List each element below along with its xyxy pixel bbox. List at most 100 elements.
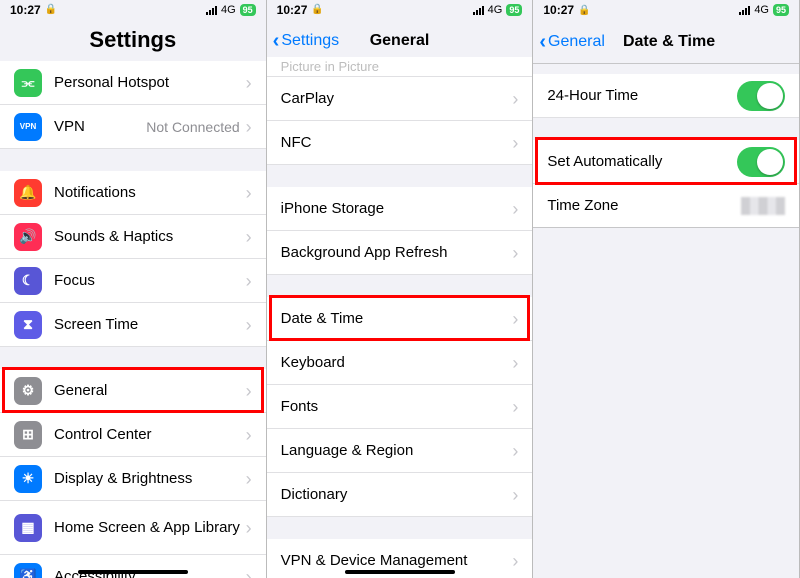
status-bar: 10:27 🔒 4G 95 [0, 0, 266, 19]
row-fonts[interactable]: Fonts › [267, 385, 533, 429]
row-label: Sounds & Haptics [54, 228, 246, 246]
status-left: 10:27 🔒 [543, 3, 590, 17]
row-language-region[interactable]: Language & Region › [267, 429, 533, 473]
row-label: Time Zone [547, 197, 741, 215]
row-vpn[interactable]: VPN VPN Not Connected › [0, 105, 266, 149]
settings-list[interactable]: ⫘ Personal Hotspot › VPN VPN Not Connect… [0, 61, 266, 578]
row-label: Dictionary [281, 486, 513, 504]
time-zone-value-blurred [741, 197, 785, 215]
row-label: Language & Region [281, 442, 513, 460]
row-general[interactable]: ⚙ General › [0, 369, 266, 413]
row-focus[interactable]: ☾ Focus › [0, 259, 266, 303]
back-label: General [548, 33, 605, 51]
chevron-right-icon: › [512, 200, 518, 218]
chevron-right-icon: › [246, 519, 252, 537]
row-nfc[interactable]: NFC › [267, 121, 533, 165]
settings-screen: 10:27 🔒 4G 95 Settings ⫘ Personal Hotspo… [0, 0, 267, 578]
row-iphone-storage[interactable]: iPhone Storage › [267, 187, 533, 231]
chevron-right-icon: › [246, 568, 252, 578]
accessibility-icon: ♿ [14, 563, 42, 578]
group-separator [0, 149, 266, 171]
row-label: CarPlay [281, 90, 513, 108]
row-personal-hotspot[interactable]: ⫘ Personal Hotspot › [0, 61, 266, 105]
rotation-lock-icon: 🔒 [311, 4, 323, 15]
hourglass-icon: ⧗ [14, 311, 42, 339]
page-title: General [370, 32, 430, 50]
row-label: Home Screen & App Library [54, 519, 246, 537]
row-label: Background App Refresh [281, 244, 513, 262]
grid-icon: ▦ [14, 514, 42, 542]
row-accessibility[interactable]: ♿ Accessibility › [0, 555, 266, 578]
status-time: 10:27 [543, 3, 574, 17]
group-separator [533, 64, 799, 74]
row-background-app-refresh[interactable]: Background App Refresh › [267, 231, 533, 275]
chevron-left-icon: ‹ [539, 32, 546, 52]
status-right: 4G 95 [473, 4, 523, 16]
chevron-right-icon: › [512, 442, 518, 460]
row-carplay[interactable]: CarPlay › [267, 77, 533, 121]
chevron-right-icon: › [512, 398, 518, 416]
chevron-right-icon: › [246, 74, 252, 92]
row-screen-time[interactable]: ⧗ Screen Time › [0, 303, 266, 347]
row-label: VPN & Device Management [281, 552, 513, 570]
group-separator [0, 347, 266, 369]
row-time-zone[interactable]: Time Zone [533, 184, 799, 228]
chevron-right-icon: › [246, 118, 252, 136]
toggle-set-automatically[interactable] [737, 147, 785, 177]
bell-icon: 🔔 [14, 179, 42, 207]
row-picture-in-picture[interactable]: Picture in Picture [267, 57, 533, 77]
status-time: 10:27 [10, 3, 41, 17]
network-label: 4G [221, 4, 236, 16]
chevron-right-icon: › [246, 382, 252, 400]
battery-icon: 95 [240, 4, 256, 16]
row-notifications[interactable]: 🔔 Notifications › [0, 171, 266, 215]
row-dictionary[interactable]: Dictionary › [267, 473, 533, 517]
status-right: 4G 95 [206, 4, 256, 16]
chevron-right-icon: › [246, 426, 252, 444]
toggle-24-hour-time[interactable] [737, 81, 785, 111]
battery-icon: 95 [506, 4, 522, 16]
row-label: Fonts [281, 398, 513, 416]
row-label: Set Automatically [547, 153, 737, 171]
chevron-right-icon: › [512, 486, 518, 504]
chevron-right-icon: › [246, 316, 252, 334]
status-time: 10:27 [277, 3, 308, 17]
chevron-right-icon: › [512, 354, 518, 372]
rotation-lock-icon: 🔒 [45, 4, 57, 15]
row-label: Date & Time [281, 310, 513, 328]
chevron-right-icon: › [246, 228, 252, 246]
back-button[interactable]: ‹ General [533, 32, 605, 52]
group-separator [267, 275, 533, 297]
link-icon: ⫘ [14, 69, 42, 97]
date-time-list[interactable]: 24-Hour Time Set Automatically Time Zone [533, 64, 799, 578]
row-label: Notifications [54, 184, 246, 202]
row-label: Control Center [54, 426, 246, 444]
chevron-right-icon: › [512, 552, 518, 570]
gear-icon: ⚙ [14, 377, 42, 405]
sun-icon: ☀ [14, 465, 42, 493]
chevron-right-icon: › [246, 184, 252, 202]
back-button[interactable]: ‹ Settings [267, 31, 339, 51]
row-label: Screen Time [54, 316, 246, 334]
row-set-automatically[interactable]: Set Automatically [533, 140, 799, 184]
row-control-center[interactable]: ⊞ Control Center › [0, 413, 266, 457]
row-label: Picture in Picture [281, 59, 519, 75]
row-label: Focus [54, 272, 246, 290]
status-right: 4G 95 [739, 4, 789, 16]
row-display-brightness[interactable]: ☀ Display & Brightness › [0, 457, 266, 501]
row-sounds-haptics[interactable]: 🔊 Sounds & Haptics › [0, 215, 266, 259]
vpn-icon: VPN [14, 113, 42, 141]
row-24-hour-time[interactable]: 24-Hour Time [533, 74, 799, 118]
row-date-time[interactable]: Date & Time › [267, 297, 533, 341]
row-keyboard[interactable]: Keyboard › [267, 341, 533, 385]
back-label: Settings [281, 32, 339, 50]
home-indicator[interactable] [345, 570, 455, 574]
home-indicator[interactable] [78, 570, 188, 574]
status-left: 10:27 🔒 [277, 3, 324, 17]
page-title: Date & Time [623, 33, 715, 51]
row-label: Keyboard [281, 354, 513, 372]
row-home-screen[interactable]: ▦ Home Screen & App Library › [0, 501, 266, 555]
network-label: 4G [754, 4, 769, 16]
general-list[interactable]: Picture in Picture CarPlay › NFC › iPhon… [267, 57, 533, 578]
group-separator [533, 118, 799, 140]
